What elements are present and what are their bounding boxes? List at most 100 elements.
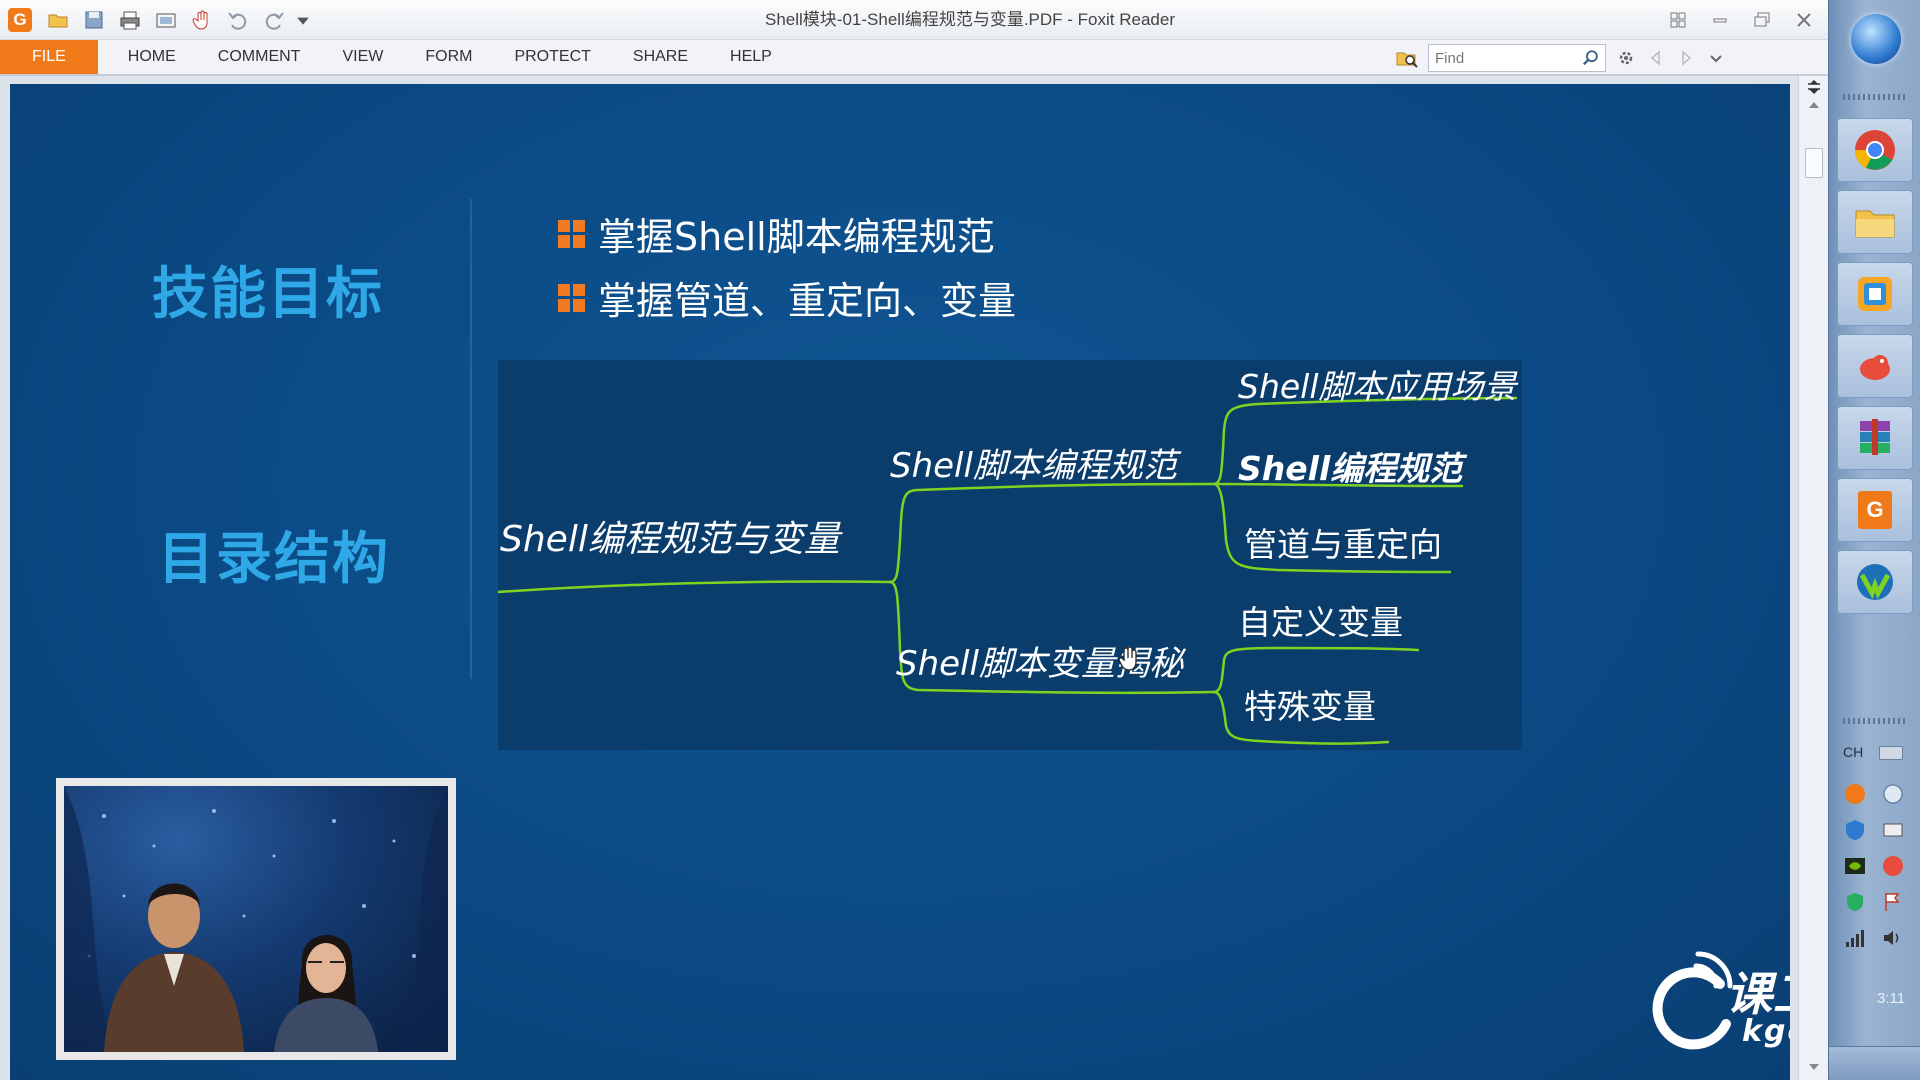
mindmap: Shell编程规范与变量 Shell脚本编程规范 Shell脚本变量揭秘 She… [498,360,1522,750]
tray-signal-icon[interactable] [1843,926,1867,950]
window-app-icon [1858,277,1892,311]
scrollbar-thumb[interactable] [1805,148,1823,178]
vertical-scrollbar[interactable] [1798,76,1828,1080]
gear-icon [1619,51,1633,65]
tray-flag-icon[interactable] [1881,890,1905,914]
scanner-icon [156,13,176,28]
kgc-brand-logo: 课工场 kgc.cn [1642,942,1790,1062]
tray-shield-icon[interactable] [1843,818,1867,842]
archive-icon [1860,419,1890,455]
undo-button[interactable] [224,6,252,34]
slide-divider [470,199,472,679]
mindmap-branch: Shell脚本变量揭秘 [896,644,1183,684]
tab-share[interactable]: SHARE [613,40,708,74]
brand-domain: kgc.cn [1742,1014,1790,1049]
minimize-icon [1713,18,1727,23]
taskbar-foxit[interactable]: G [1837,478,1913,542]
mindmap-leaf: Shell编程规范 [1238,449,1463,488]
split-icon[interactable] [1806,80,1822,94]
taskbar-app-green[interactable] [1837,550,1913,614]
find-settings-button[interactable] [1614,45,1638,71]
layout-button[interactable] [1662,4,1694,36]
taskbar-app-blue[interactable] [1837,262,1913,326]
taskbar-grip [1843,718,1907,724]
tray-app-icon[interactable] [1843,782,1867,806]
taskbar-winrar[interactable] [1837,406,1913,470]
tray-device-icon[interactable] [1881,818,1905,842]
tray-network-icon[interactable] [1881,782,1905,806]
save-button[interactable] [80,6,108,34]
find-box [1428,44,1606,72]
tab-help[interactable]: HELP [710,40,792,74]
tray-red-app-icon[interactable] [1881,854,1905,878]
arrow-left-icon [1650,50,1660,66]
tray-volume-icon[interactable] [1881,926,1905,950]
tab-comment[interactable]: COMMENT [198,40,321,74]
mindmap-leaf: 管道与重定向 [1244,525,1442,564]
tray-security-icon[interactable] [1843,890,1867,914]
bullet-square-icon [558,283,586,312]
find-next-button[interactable] [1674,45,1698,71]
goal-item: 掌握Shell脚本编程规范 [558,206,995,261]
webcam-overlay [56,778,456,1060]
tab-file[interactable]: FILE [0,40,98,74]
taskbar-app-red[interactable] [1837,334,1913,398]
taskbar-chrome[interactable] [1837,118,1913,182]
keyboard-icon[interactable] [1879,746,1903,760]
tray-clock[interactable]: 3:11 [1877,990,1905,1007]
taskbar-explorer[interactable] [1837,190,1913,254]
scroll-down-icon[interactable] [1806,1060,1822,1074]
chevron-down-icon [1710,55,1722,63]
mindmap-branch: Shell脚本编程规范 [890,446,1177,486]
foxit-icon: G [1858,491,1892,529]
find-previous-button[interactable] [1644,45,1668,71]
tab-view[interactable]: VIEW [322,40,403,74]
goal-item: 掌握管道、重定向、变量 [558,270,1016,325]
mindmap-link-root [498,580,892,594]
input-language[interactable]: CH [1843,744,1863,760]
chrome-icon [1854,130,1895,170]
hand-icon [192,10,208,30]
advanced-search-button[interactable] [1394,45,1420,71]
start-button[interactable] [1851,14,1901,64]
mindmap-leaf: Shell脚本应用场景 [1238,367,1517,406]
taskbar-grip [1843,94,1907,100]
folder-search-icon [1396,52,1418,68]
open-file-button[interactable] [44,6,72,34]
find-input[interactable] [1429,45,1577,71]
grid-icon [1670,12,1686,28]
tab-home[interactable]: HOME [108,40,196,74]
print-button[interactable] [116,6,144,34]
restore-button[interactable] [1746,4,1778,36]
tab-form[interactable]: FORM [405,40,492,74]
find-search-button[interactable] [1577,45,1605,71]
redo-button[interactable] [260,6,288,34]
folder-open-icon [48,14,68,28]
skill-goals-heading: 技能目标 [152,262,384,327]
mindmap-leaf: 特殊变量 [1244,687,1376,726]
show-desktop-button[interactable] [1829,1046,1920,1080]
scroll-up-icon[interactable] [1806,98,1822,112]
collapse-ribbon-button[interactable] [1704,45,1728,71]
presenters-image [64,786,448,1052]
foxit-reader-window: G Shell模块-01-Shell编程规范与变量.PDF - Foxit Re… [0,0,1828,1080]
scan-button[interactable] [152,6,180,34]
foxit-logo-icon[interactable]: G [8,8,32,32]
pdf-page: 技能目标 目录结构 掌握Shell脚本编程规范 掌握管道、重定向、变量 Shel… [10,84,1790,1080]
window-controls [1662,4,1820,36]
close-icon [1797,13,1811,27]
mindmap-root: Shell编程规范与变量 [500,519,840,560]
tab-protect[interactable]: PROTECT [494,40,610,74]
bird-icon [1860,355,1890,380]
hand-cursor-icon [1118,646,1137,671]
redo-icon [265,12,284,30]
hand-tool-button[interactable] [188,6,216,34]
tray-nvidia-icon[interactable] [1843,854,1867,878]
close-button[interactable] [1788,4,1820,36]
document-viewport[interactable]: 技能目标 目录结构 掌握Shell脚本编程规范 掌握管道、重定向、变量 Shel… [0,76,1828,1080]
minimize-button[interactable] [1704,4,1736,36]
chevron-down-icon [297,17,309,25]
arrow-right-icon [1682,50,1692,66]
bullet-square-icon [558,219,586,248]
customize-toolbar-button[interactable] [296,6,310,34]
